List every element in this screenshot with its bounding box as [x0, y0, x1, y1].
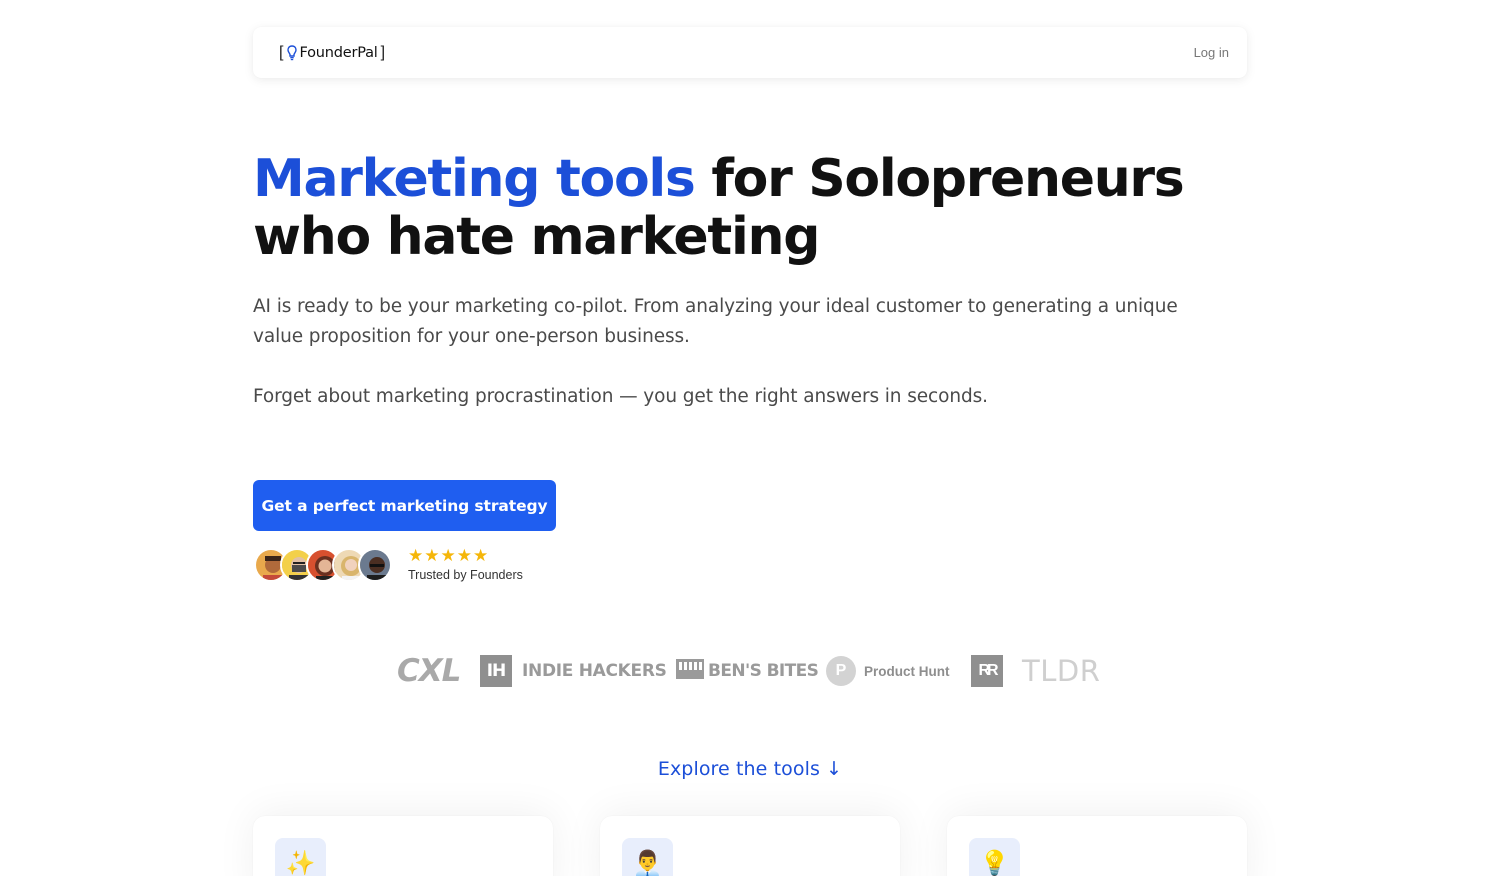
rating-block: ★★★★★ Trusted by Founders	[408, 546, 523, 583]
hero-section: Marketing tools for Solopreneurs who hat…	[253, 150, 1253, 412]
indie-hackers-logo: IH INDIE HACKERS	[480, 652, 667, 690]
get-marketing-strategy-button[interactable]: Get a perfect marketing strategy	[253, 480, 556, 531]
hero-title-rest: for Solopreneurs	[694, 149, 1184, 209]
rundown-mark: RR	[971, 655, 1003, 687]
login-link[interactable]: Log in	[1194, 45, 1229, 60]
product-hunt-logo: P Product Hunt	[826, 652, 950, 690]
indie-hackers-text: INDIE HACKERS	[522, 661, 667, 681]
rundown-logo: RR	[971, 652, 1003, 690]
trusted-label: Trusted by Founders	[408, 568, 523, 582]
social-proof: ★★★★★ Trusted by Founders	[254, 547, 523, 582]
explore-tools-link[interactable]: Explore the tools ↓	[0, 758, 1500, 780]
hero-title-accent: Marketing tools	[253, 149, 696, 209]
hero-title-line2: who hate marketing	[253, 207, 820, 267]
logo-text: FounderPal	[299, 44, 378, 61]
tool-card[interactable]: 👨‍💼	[600, 816, 900, 876]
bens-bites-logo: BEN'S BITES	[676, 652, 819, 690]
top-navbar: [ FounderPal ] Log in	[253, 27, 1247, 78]
lightbulb-icon	[287, 44, 298, 61]
hero-lead-secondary: Forget about marketing procrastination —…	[253, 386, 988, 407]
product-hunt-text: Product Hunt	[864, 663, 950, 679]
founderpal-logo[interactable]: [ FounderPal ]	[279, 44, 385, 62]
person-icon: 👨‍💼	[622, 838, 673, 876]
tool-card[interactable]: 💡	[947, 816, 1247, 876]
press-logos: CXL IH INDIE HACKERS BEN'S BITES P Produ…	[0, 652, 1500, 690]
bens-bites-text: BEN'S BITES	[708, 661, 819, 681]
sparkles-icon: ✨	[275, 838, 326, 876]
tool-card[interactable]: ✨	[253, 816, 553, 876]
tldr-logo: TLDR	[1022, 654, 1101, 688]
bens-bites-mark-icon	[676, 657, 704, 686]
logo-bracket-open: [	[279, 43, 284, 61]
product-hunt-mark: P	[826, 656, 856, 686]
five-star-rating-icon: ★★★★★	[408, 546, 490, 565]
cxl-logo: CXL	[397, 653, 461, 689]
logo-bracket-close: ]	[380, 43, 386, 61]
hero-lead: AI is ready to be your marketing co-pilo…	[253, 296, 1178, 347]
founder-avatars	[254, 547, 392, 582]
indie-hackers-mark: IH	[480, 655, 512, 687]
avatar	[358, 547, 392, 582]
lightbulb-icon: 💡	[969, 838, 1020, 876]
hero-title: Marketing tools for Solopreneurs who hat…	[253, 150, 1253, 266]
